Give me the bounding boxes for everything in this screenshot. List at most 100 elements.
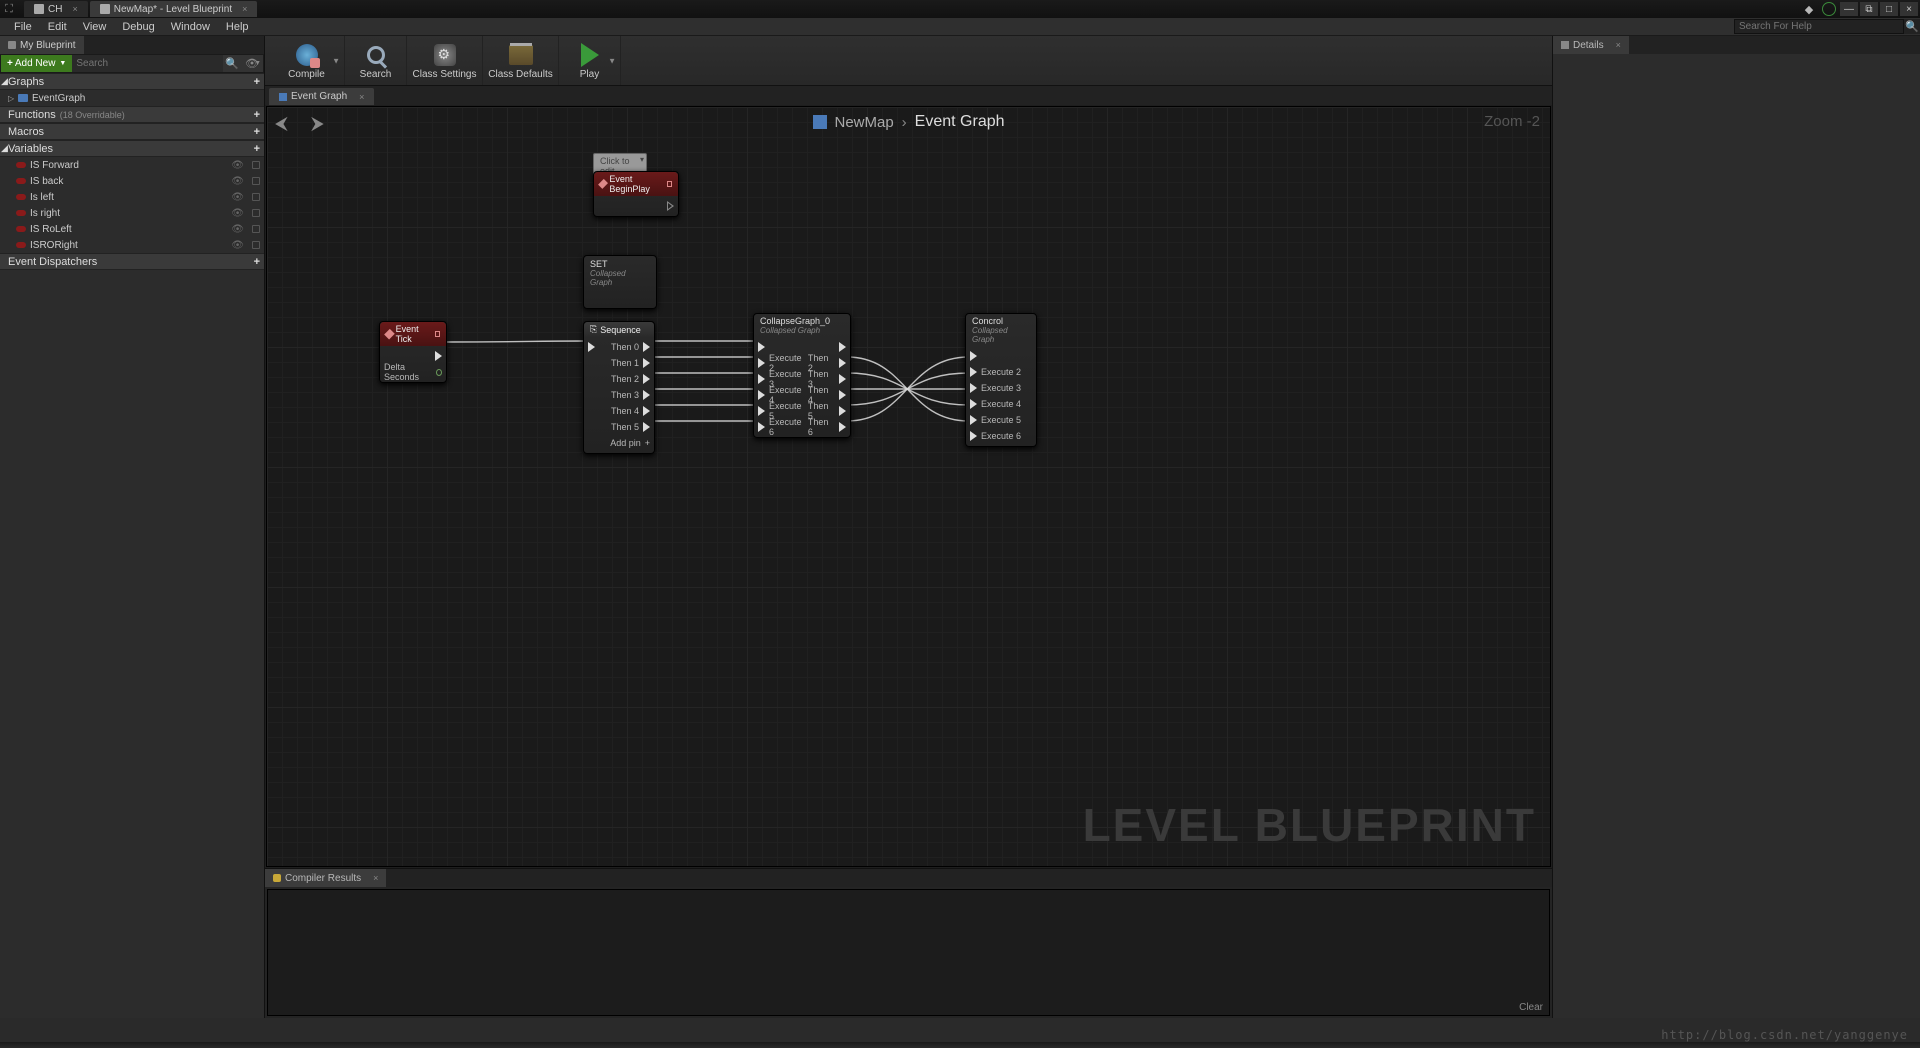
window-tab-blueprint[interactable]: NewMap* - Level Blueprint ×: [90, 1, 258, 17]
exec-out-pin[interactable]: [839, 342, 846, 352]
nav-back-button[interactable]: ⮜: [275, 113, 297, 131]
visibility-icon[interactable]: 👁: [231, 208, 244, 219]
visibility-icon[interactable]: 👁: [231, 160, 244, 171]
value-out-pin[interactable]: [436, 369, 442, 376]
variable-row[interactable]: Is left👁: [0, 189, 264, 205]
add-icon[interactable]: +: [254, 126, 260, 138]
close-icon[interactable]: ×: [373, 873, 378, 883]
tab-compiler-results[interactable]: Compiler Results ×: [265, 869, 386, 887]
exec-out-pin[interactable]: [643, 358, 650, 368]
menu-help[interactable]: Help: [218, 21, 257, 33]
section-functions[interactable]: Functions (18 Overridable) +: [0, 106, 264, 123]
plus-icon[interactable]: +: [645, 438, 650, 448]
variable-row[interactable]: IS back👁: [0, 173, 264, 189]
graph-canvas[interactable]: ⮜ ⮞ NewMap › Event Graph Zoom -2 LEVEL B…: [266, 106, 1551, 867]
exec-out-pin[interactable]: [435, 351, 442, 361]
menu-edit[interactable]: Edit: [40, 21, 75, 33]
class-settings-button[interactable]: Class Settings: [407, 36, 483, 85]
section-graphs[interactable]: ◢ Graphs +: [0, 73, 264, 90]
section-dispatchers[interactable]: Event Dispatchers +: [0, 253, 264, 270]
exec-out-pin[interactable]: [667, 201, 674, 211]
blueprint-search-input[interactable]: [72, 55, 223, 72]
status-indicator-icon[interactable]: [1820, 2, 1838, 16]
exec-in-pin[interactable]: [758, 390, 765, 400]
close-button[interactable]: ×: [1900, 2, 1918, 16]
collapse-icon[interactable]: ◢: [1, 143, 8, 154]
search-icon[interactable]: 🔍: [1904, 19, 1920, 34]
exec-in-pin[interactable]: [588, 342, 595, 352]
editable-icon[interactable]: [252, 241, 260, 249]
exec-in-pin[interactable]: [758, 342, 765, 352]
add-icon[interactable]: +: [254, 256, 260, 268]
exec-in-pin[interactable]: [970, 431, 977, 441]
add-icon[interactable]: +: [254, 76, 260, 88]
close-icon[interactable]: ×: [72, 4, 77, 14]
clear-button[interactable]: Clear: [1519, 1002, 1543, 1013]
node-sequence[interactable]: ⎘Sequence Then 0 Then 1 Then 2 Then 3 Th…: [583, 321, 655, 454]
view-options-button[interactable]: 👁▼: [241, 55, 263, 72]
node-event-tick[interactable]: Event Tick Delta Seconds: [379, 321, 447, 383]
comment-bubble-icon[interactable]: ▾: [640, 155, 644, 164]
exec-out-pin[interactable]: [643, 422, 650, 432]
exec-in-pin[interactable]: [970, 415, 977, 425]
variable-row[interactable]: IS Forward👁: [0, 157, 264, 173]
exec-out-pin[interactable]: [839, 358, 846, 368]
menu-file[interactable]: File: [6, 21, 40, 33]
exec-out-pin[interactable]: [839, 390, 846, 400]
nav-forward-button[interactable]: ⮞: [311, 113, 333, 131]
exec-in-pin[interactable]: [758, 374, 765, 384]
tab-my-blueprint[interactable]: My Blueprint: [0, 36, 84, 54]
variable-row[interactable]: IS RoLeft👁: [0, 221, 264, 237]
add-icon[interactable]: +: [254, 143, 260, 155]
breadcrumb-graph[interactable]: Event Graph: [915, 113, 1005, 131]
editable-icon[interactable]: [252, 161, 260, 169]
visibility-icon[interactable]: 👁: [231, 192, 244, 203]
menu-window[interactable]: Window: [163, 21, 218, 33]
close-icon[interactable]: ×: [359, 92, 364, 102]
close-icon[interactable]: ×: [1616, 40, 1621, 50]
variable-row[interactable]: Is right👁: [0, 205, 264, 221]
tab-event-graph[interactable]: Event Graph ×: [269, 88, 374, 105]
play-button[interactable]: Play ▼: [559, 36, 621, 85]
exec-out-pin[interactable]: [643, 390, 650, 400]
exec-out-pin[interactable]: [643, 342, 650, 352]
restore-button[interactable]: ⧉: [1860, 2, 1878, 16]
maximize-button[interactable]: □: [1880, 2, 1898, 16]
exec-in-pin[interactable]: [970, 367, 977, 377]
add-pin-label[interactable]: Add pin: [610, 438, 641, 448]
exec-out-pin[interactable]: [643, 374, 650, 384]
editable-icon[interactable]: [252, 177, 260, 185]
node-set-collapsed[interactable]: SETCollapsed Graph: [583, 255, 657, 309]
exec-in-pin[interactable]: [758, 422, 765, 432]
help-search-input[interactable]: [1734, 19, 1904, 34]
exec-out-pin[interactable]: [839, 406, 846, 416]
exec-in-pin[interactable]: [970, 351, 977, 361]
node-collapsegraph[interactable]: CollapseGraph_0Collapsed Graph Execute 2…: [753, 313, 851, 438]
expand-icon[interactable]: ▷: [8, 94, 14, 103]
exec-in-pin[interactable]: [970, 383, 977, 393]
exec-out-pin[interactable]: [839, 374, 846, 384]
visibility-icon[interactable]: 👁: [231, 224, 244, 235]
add-new-button[interactable]: + Add New ▼: [1, 55, 72, 72]
node-control[interactable]: ConcrolCollapsed Graph Execute 2 Execute…: [965, 313, 1037, 447]
variable-row[interactable]: ISRORight👁: [0, 237, 264, 253]
window-tab-ch[interactable]: CH ×: [24, 1, 88, 17]
node-event-beginplay[interactable]: Event BeginPlay: [593, 171, 679, 217]
menu-debug[interactable]: Debug: [114, 21, 162, 33]
close-icon[interactable]: ×: [242, 4, 247, 14]
editable-icon[interactable]: [252, 209, 260, 217]
visibility-icon[interactable]: 👁: [231, 240, 244, 251]
chevron-down-icon[interactable]: ▼: [332, 56, 340, 65]
editable-icon[interactable]: [252, 193, 260, 201]
chevron-down-icon[interactable]: ▼: [608, 56, 616, 65]
tree-item-eventgraph[interactable]: ▷ EventGraph: [0, 90, 264, 106]
exec-in-pin[interactable]: [758, 406, 765, 416]
exec-out-pin[interactable]: [839, 422, 846, 432]
compile-button[interactable]: Compile ▼: [269, 36, 345, 85]
visibility-icon[interactable]: 👁: [231, 176, 244, 187]
source-control-icon[interactable]: ◆: [1800, 2, 1818, 16]
exec-in-pin[interactable]: [758, 358, 765, 368]
minimize-button[interactable]: —: [1840, 2, 1858, 16]
section-variables[interactable]: ◢ Variables +: [0, 140, 264, 157]
tab-details[interactable]: Details ×: [1553, 36, 1629, 54]
